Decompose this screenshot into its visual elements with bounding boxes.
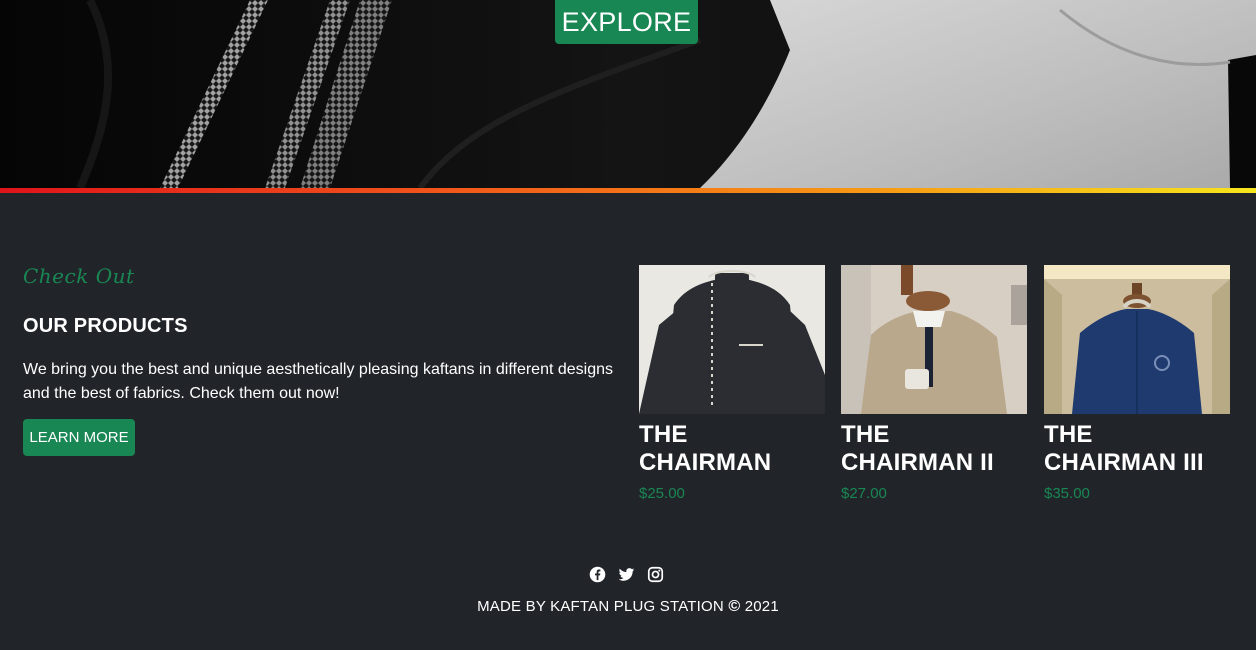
product-price: $27.00: [841, 485, 887, 502]
hero-banner: EXPLORE: [0, 0, 1256, 188]
product-image[interactable]: [1044, 265, 1230, 414]
product-name[interactable]: THE CHAIRMAN: [639, 421, 825, 477]
copyright-icon: ©: [728, 598, 741, 615]
product-price: $25.00: [639, 485, 685, 502]
explore-button[interactable]: EXPLORE: [555, 0, 698, 44]
product-card[interactable]: THE CHAIRMAN II $27.00: [841, 265, 1027, 508]
product-image[interactable]: [639, 265, 825, 414]
section-title: OUR PRODUCTS: [23, 315, 188, 337]
section-description: We bring you the best and unique aesthet…: [23, 361, 614, 402]
product-price: $35.00: [1044, 485, 1090, 502]
footer-credit: MADE BY KAFTAN PLUG STATION © 2021: [0, 597, 1256, 617]
gradient-divider: [0, 188, 1256, 193]
twitter-icon[interactable]: [618, 566, 635, 583]
product-image[interactable]: [841, 265, 1027, 414]
product-name[interactable]: THE CHAIRMAN II: [841, 421, 1027, 477]
credit-year: 2021: [744, 598, 779, 615]
section-eyebrow: Check Out: [23, 264, 135, 288]
products-intro: Check Out OUR PRODUCTS We bring you the …: [23, 262, 623, 456]
product-card[interactable]: THE CHAIRMAN $25.00: [639, 265, 825, 508]
facebook-icon[interactable]: [589, 566, 606, 583]
product-name[interactable]: THE CHAIRMAN III: [1044, 421, 1230, 477]
instagram-icon[interactable]: [647, 566, 664, 583]
credit-text: MADE BY KAFTAN PLUG STATION: [477, 598, 724, 615]
product-card[interactable]: THE CHAIRMAN III $35.00: [1044, 265, 1230, 508]
learn-more-button[interactable]: LEARN MORE: [23, 419, 135, 456]
social-links: [589, 565, 669, 583]
